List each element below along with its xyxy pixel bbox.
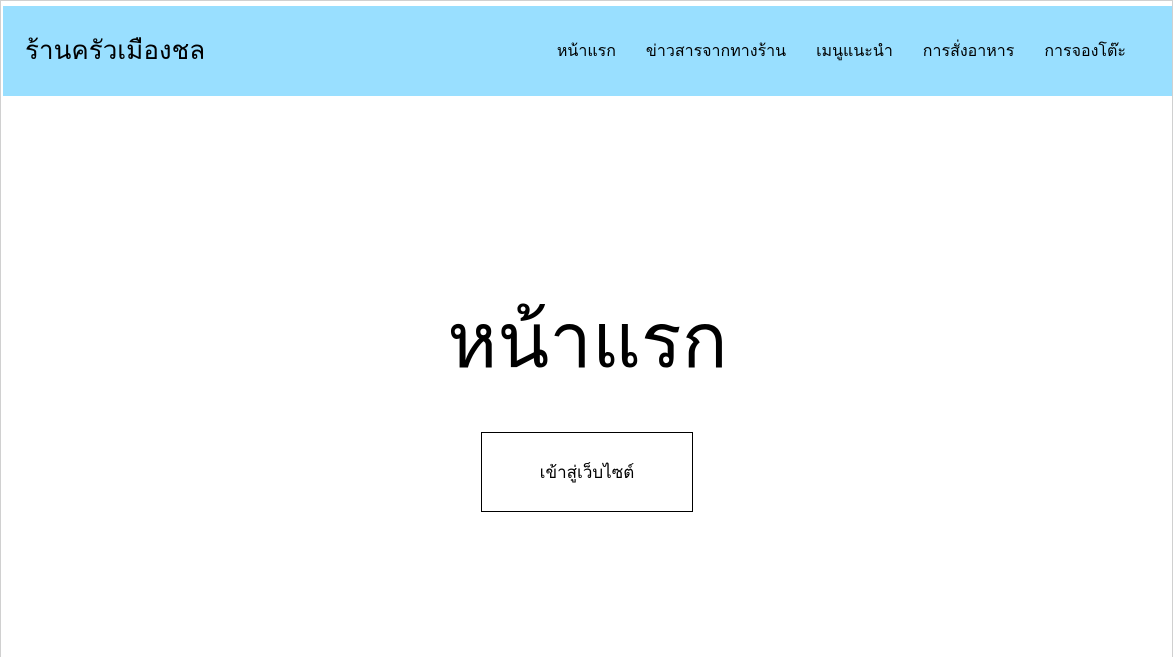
nav-link-recommended-menu[interactable]: เมนูแนะนำ [816, 41, 893, 61]
navbar: ร้านครัวเมืองชล หน้าแรก ข่าวสารจากทางร้า… [3, 6, 1172, 96]
nav-link-order-food[interactable]: การสั่งอาหาร [923, 41, 1015, 61]
nav-link-home[interactable]: หน้าแรก [557, 41, 616, 61]
page-title: หน้าแรก [447, 296, 728, 385]
site-brand[interactable]: ร้านครัวเมืองชล [25, 6, 205, 96]
page: ร้านครัวเมืองชล หน้าแรก ข่าวสารจากทางร้า… [0, 0, 1173, 657]
nav-link-table-reservation[interactable]: การจองโต๊ะ [1044, 41, 1126, 61]
enter-website-button[interactable]: เข้าสู่เว็บไซต์ [481, 432, 693, 512]
main-nav: หน้าแรก ข่าวสารจากทางร้าน เมนูแนะนำ การส… [557, 6, 1126, 96]
nav-link-news[interactable]: ข่าวสารจากทางร้าน [646, 41, 786, 61]
